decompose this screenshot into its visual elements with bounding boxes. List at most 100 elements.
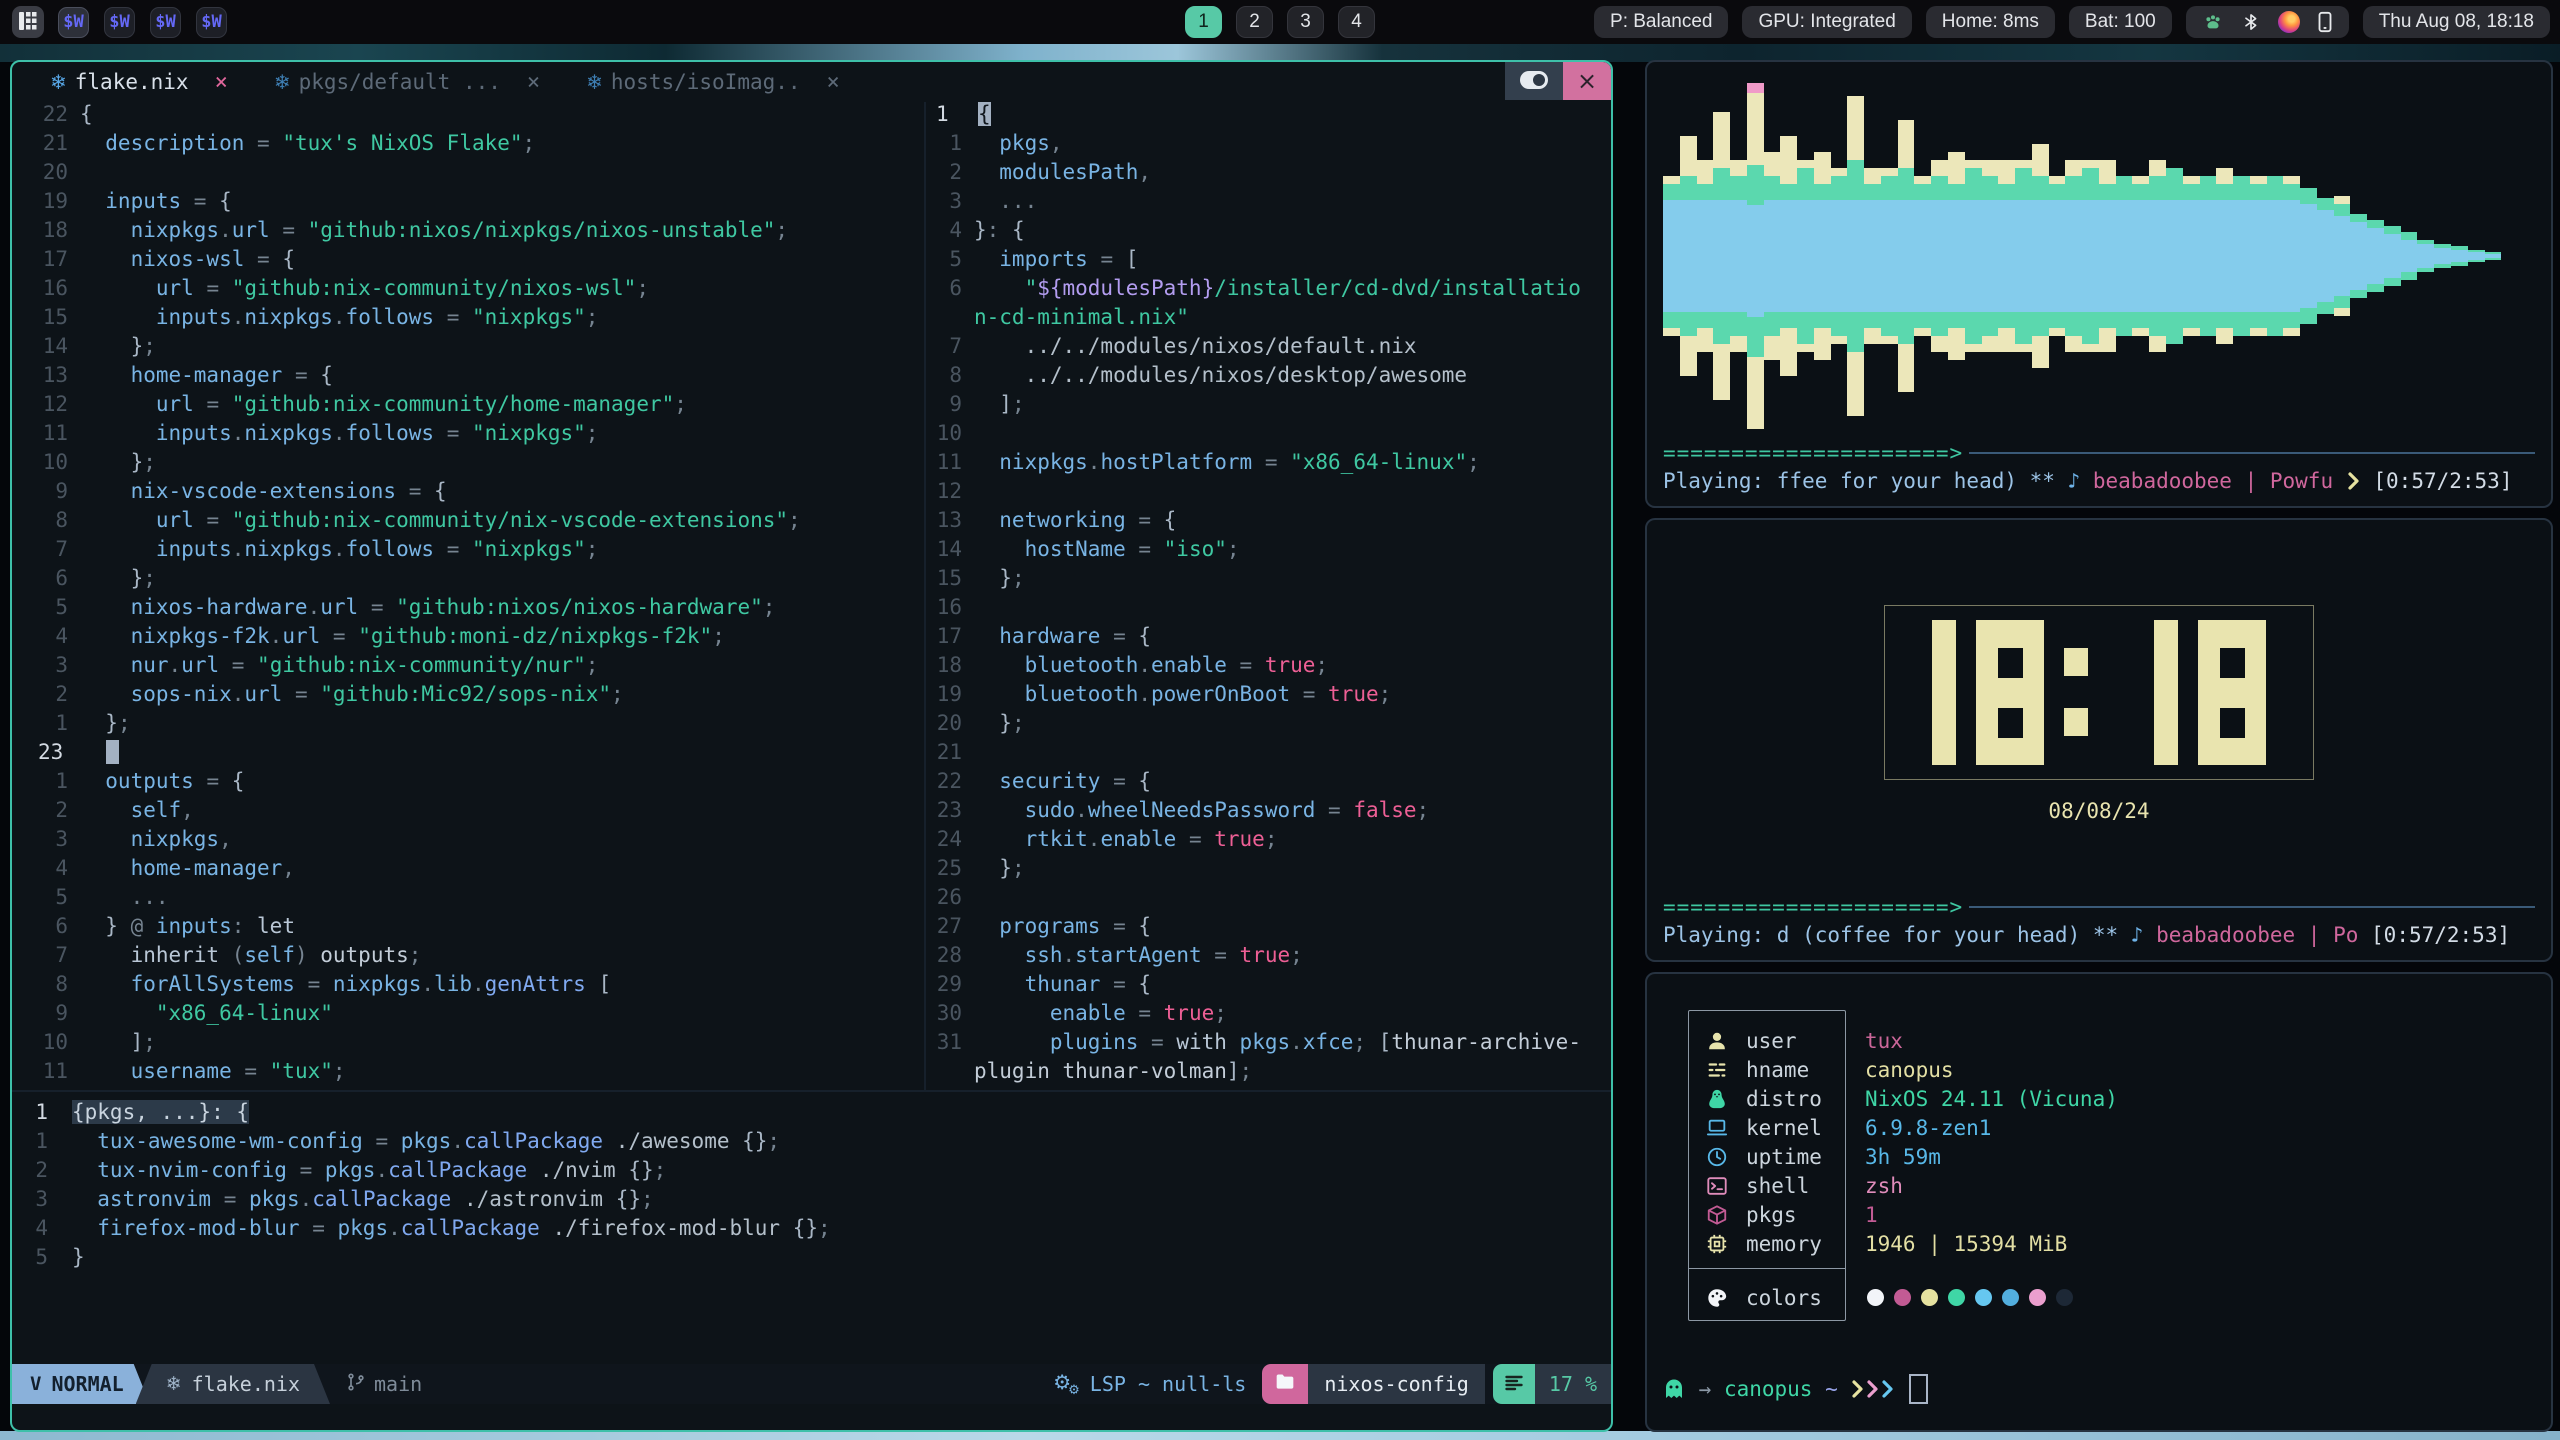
visualizer-column [2015, 76, 2032, 436]
tag-button-1[interactable]: 1 [1185, 6, 1222, 38]
datetime-widget[interactable]: Thu Aug 08, 18:18 [2363, 6, 2550, 38]
tab-close-icon[interactable]: × [827, 70, 840, 95]
terminal-cursor[interactable] [1909, 1374, 1928, 1404]
code-text: plugins = with pkgs.xfce; [thunar-archiv… [974, 1030, 1581, 1059]
status-pill: P: Balanced [1594, 6, 1728, 38]
line-number: 16 [12, 276, 80, 305]
tab-label: flake.nix [75, 70, 189, 94]
fetch-label: distro [1746, 1087, 1822, 1111]
vpn-icon[interactable] [2202, 11, 2224, 33]
palette-dot [1975, 1289, 1992, 1306]
workspace-button-4[interactable]: $W [196, 7, 227, 38]
code-text: url = "github:nix-community/nix-vscode-e… [80, 508, 801, 537]
vim-icon: V [30, 1373, 41, 1395]
code-text: "${modulesPath}/installer/cd-dvd/install… [974, 276, 1581, 305]
nix-snowflake-icon: ❄ [586, 70, 603, 94]
tab-flake-nix[interactable]: ❄flake.nix× [50, 70, 228, 95]
shell-prompt[interactable]: → canopus ~ [1662, 1374, 1928, 1404]
visualizer-column [2149, 76, 2166, 436]
tag-button-2[interactable]: 2 [1236, 6, 1273, 38]
fetch-label: user [1746, 1029, 1797, 1053]
line-number: 2 [12, 682, 80, 711]
tab-close-icon[interactable]: × [215, 70, 228, 95]
pane-pkgs-default-bottom[interactable]: 1{pkgs, ...}: {1 tux-awesome-wm-config =… [12, 1092, 1611, 1288]
palette-dot [1867, 1289, 1884, 1306]
line-number: 15 [12, 305, 80, 334]
code-line: 14 }; [12, 334, 924, 363]
workspace-button-3[interactable]: $W [150, 7, 181, 38]
fetch-value: 6.9.8-zen1 [1865, 1116, 1991, 1140]
line-number [932, 305, 974, 334]
now-playing-middle: Playing: d (coffee for your head) ** ♪ b… [1663, 920, 2535, 950]
prompt-host: canopus [1724, 1377, 1813, 1401]
window-toggle-button[interactable] [1505, 62, 1563, 100]
clock-date: 08/08/24 [1663, 799, 2535, 823]
line-number: 21 [932, 740, 974, 769]
fetch-colors-row: colors [1647, 1283, 2551, 1312]
pane-flake-nix-left[interactable]: 22{21 description = "tux's NixOS Flake";… [12, 102, 924, 1090]
desktop: $W$W$W$W 1234 P: BalancedGPU: Integrated… [0, 0, 2560, 1440]
tab-hosts-isoImag-[interactable]: ❄hosts/isoImag..× [586, 70, 840, 95]
code-area: 22{21 description = "tux's NixOS Flake";… [12, 102, 1611, 1090]
clock-digit-8 [1976, 620, 2044, 765]
code-text: bluetooth.powerOnBoot = true; [974, 682, 1391, 711]
status-pill: Home: 8ms [1926, 6, 2055, 38]
line-number: 12 [932, 479, 974, 508]
code-line: 10 [932, 421, 1611, 450]
fetch-label: pkgs [1746, 1203, 1797, 1227]
workspace-button-1[interactable]: $W [58, 7, 89, 38]
visualizer-column [2451, 76, 2468, 436]
tab-pkgs-default-[interactable]: ❄pkgs/default ...× [274, 70, 540, 95]
window-close-button[interactable]: × [1563, 62, 1611, 100]
grid-icon [18, 11, 38, 34]
fetch-value: 1946 | 15394 MiB [1865, 1232, 2067, 1256]
visualizer-column [1814, 76, 1831, 436]
audio-visualizer [1663, 76, 2535, 436]
fetch-label: uptime [1746, 1145, 1822, 1169]
code-text: plugin thunar-volman]; [974, 1059, 1252, 1088]
line-number: 24 [932, 827, 974, 856]
fetch-row-memory: memory1946 | 15394 MiB [1647, 1229, 2551, 1258]
code-line: 8 url = "github:nix-community/nix-vscode… [12, 508, 924, 537]
playing-text: [0:57/2:53] [2361, 469, 2513, 493]
visualizer-column [2200, 76, 2217, 436]
visualizer-column [1898, 76, 1915, 436]
lines-icon [1505, 1372, 1523, 1396]
code-line: 9 nix-vscode-extensions = { [12, 479, 924, 508]
code-text: inherit (self) outputs; [80, 943, 421, 972]
bluetooth-icon[interactable] [2241, 11, 2261, 33]
fetch-label: shell [1746, 1174, 1809, 1198]
line-number: 8 [932, 363, 974, 392]
line-number: 30 [932, 1001, 974, 1030]
line-number: 9 [12, 1001, 80, 1030]
clock-icon [1706, 1145, 1730, 1169]
workspace-button-2[interactable]: $W [104, 7, 135, 38]
launcher-button[interactable] [12, 6, 44, 38]
visualizer-column [1831, 76, 1848, 436]
tag-button-3[interactable]: 3 [1287, 6, 1324, 38]
code-text: hostName = "iso"; [974, 537, 1240, 566]
pane-iso-image-right[interactable]: 1{1 pkgs,2 modulesPath,3 ...4}: {5 impor… [926, 102, 1611, 1090]
code-line: 6 "${modulesPath}/installer/cd-dvd/insta… [932, 276, 1611, 305]
firefox-icon[interactable] [2278, 11, 2300, 33]
code-text: inputs.nixpkgs.follows = "nixpkgs"; [80, 421, 598, 450]
playing-text: [0:57/2:53] [2371, 923, 2510, 947]
visualizer-column [1730, 76, 1747, 436]
prompt-path: ~ [1812, 1377, 1850, 1401]
code-text: ]; [974, 392, 1025, 421]
fetch-row-pkgs: pkgs1 [1647, 1200, 2551, 1229]
phone-icon[interactable] [2317, 11, 2333, 33]
tab-close-icon[interactable]: × [527, 70, 540, 95]
line-number: 26 [932, 885, 974, 914]
code-text: ]; [80, 1030, 156, 1059]
line-number: 7 [12, 943, 80, 972]
visualizer-column [2401, 76, 2418, 436]
line-number: 6 [932, 276, 974, 305]
code-text: nixpkgs, [80, 827, 232, 856]
statusline-fill [438, 1364, 1037, 1404]
tag-button-4[interactable]: 4 [1338, 6, 1375, 38]
code-line: 2 tux-nvim-config = pkgs.callPackage ./n… [12, 1158, 1611, 1187]
status-pill: Bat: 100 [2069, 6, 2172, 38]
visualizer-column [2032, 76, 2049, 436]
code-text: rtkit.enable = true; [974, 827, 1277, 856]
